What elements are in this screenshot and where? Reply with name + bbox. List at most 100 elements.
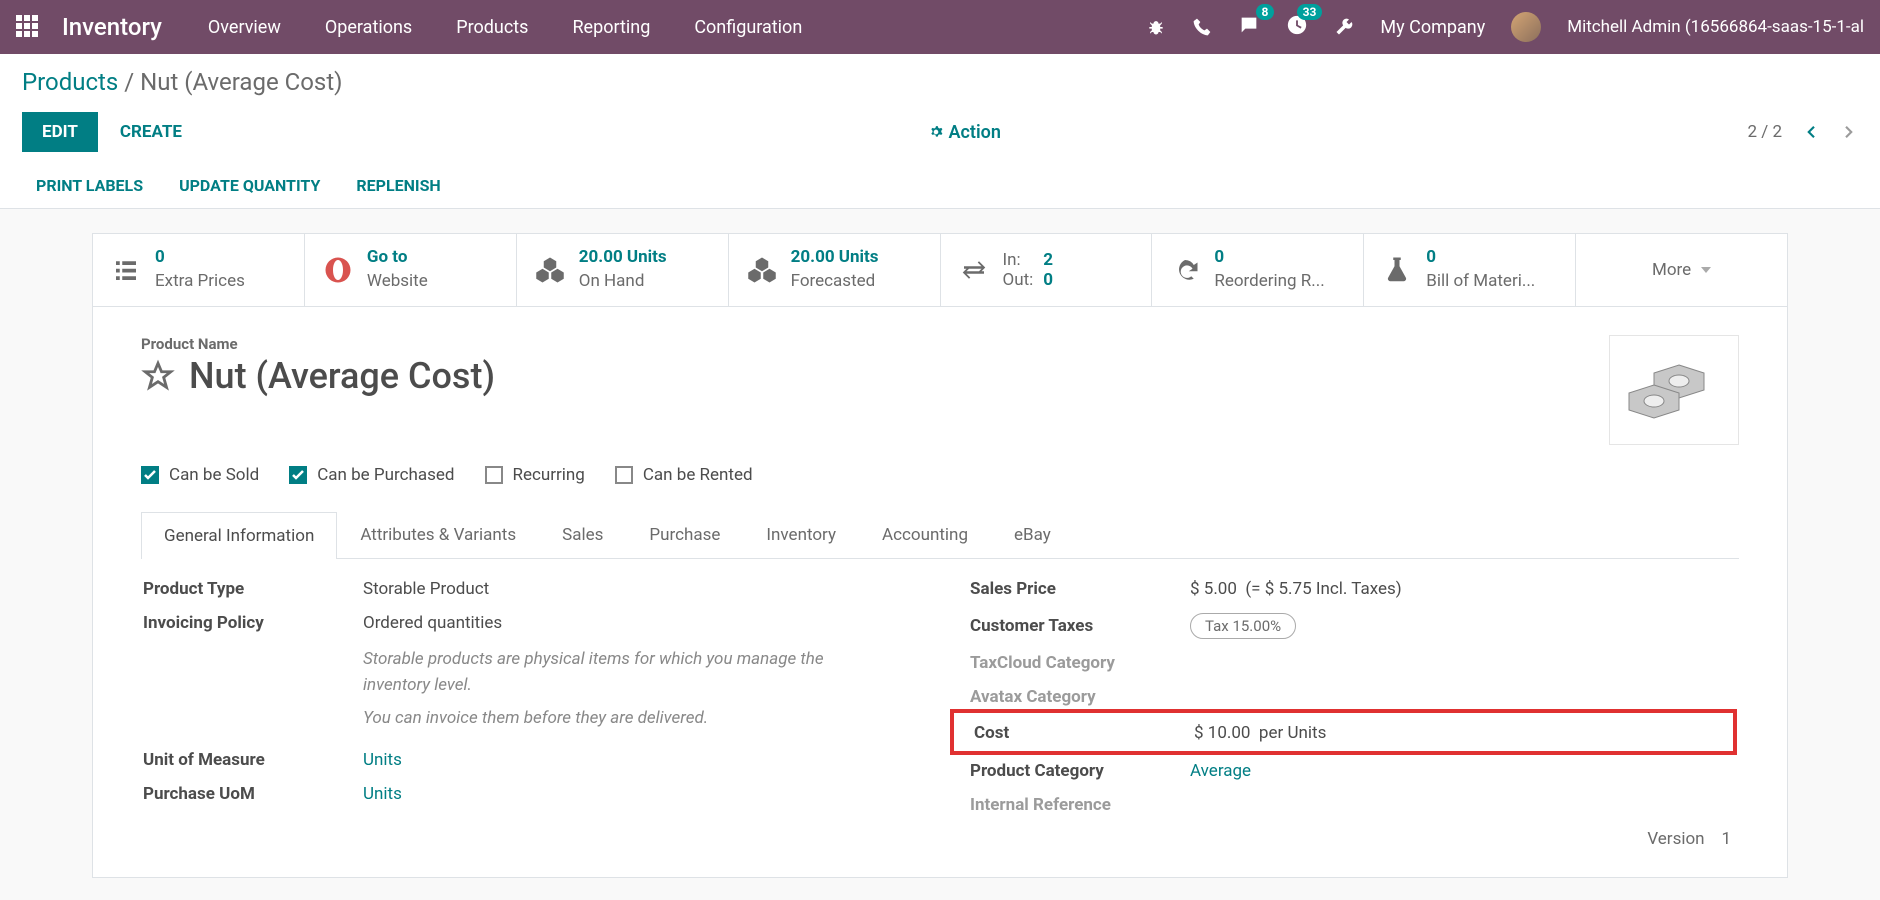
update-quantity-button[interactable]: UPDATE QUANTITY: [179, 176, 320, 195]
tabs: General Information Attributes & Variant…: [141, 511, 1739, 559]
nav-reporting[interactable]: Reporting: [572, 17, 650, 38]
tab-general-information[interactable]: General Information: [141, 512, 337, 559]
taxcloud-category-label: TaxCloud Category: [970, 653, 1190, 673]
sales-price-incl: (= $ 5.75 Incl. Taxes): [1245, 579, 1401, 599]
caret-down-icon: [1701, 267, 1711, 273]
form-sheet: 0Extra Prices Go toWebsite 20.00 UnitsOn…: [92, 233, 1788, 878]
product-category-label: Product Category: [970, 761, 1190, 781]
transfer-icon: [959, 255, 989, 285]
favorite-star-icon[interactable]: [141, 359, 175, 393]
breadcrumb: Products / Nut (Average Cost): [22, 68, 1858, 96]
refresh-icon: [1170, 255, 1200, 285]
apps-icon[interactable]: [16, 15, 40, 39]
messages-badge: 8: [1256, 4, 1275, 20]
activities-button[interactable]: 33: [1286, 14, 1308, 41]
cubes-icon: [535, 255, 565, 285]
pager: 2 / 2: [1747, 122, 1858, 142]
cost-highlight: Cost$ 10.00 per Units: [950, 709, 1737, 755]
tab-sales[interactable]: Sales: [539, 511, 626, 558]
stat-row: 0Extra Prices Go toWebsite 20.00 UnitsOn…: [93, 234, 1787, 307]
tab-attributes-variants[interactable]: Attributes & Variants: [337, 511, 539, 558]
tab-purchase[interactable]: Purchase: [626, 511, 743, 558]
product-name-label: Product Name: [141, 335, 1601, 353]
help-text-1: Storable products are physical items for…: [363, 647, 843, 698]
wrench-icon[interactable]: [1334, 17, 1354, 37]
nav-overview[interactable]: Overview: [208, 17, 281, 38]
tab-ebay[interactable]: eBay: [991, 511, 1074, 558]
stat-on-hand[interactable]: 20.00 UnitsOn Hand: [517, 234, 729, 306]
next-icon[interactable]: [1840, 123, 1858, 141]
stat-bom[interactable]: 0Bill of Materi...: [1364, 234, 1576, 306]
product-type-value: Storable Product: [363, 579, 489, 599]
cost-per: per Units: [1259, 723, 1326, 743]
cost-value: $ 10.00: [1194, 723, 1250, 743]
tab-body: Product TypeStorable Product Invoicing P…: [141, 559, 1739, 849]
nav-right: 8 33 My Company Mitchell Admin (16566864…: [1146, 12, 1864, 42]
nut-image-icon: [1624, 355, 1724, 425]
invoicing-policy-value: Ordered quantities: [363, 613, 502, 633]
nav-menu: Overview Operations Products Reporting C…: [208, 17, 802, 38]
customer-taxes-label: Customer Taxes: [970, 616, 1190, 636]
tax-tag[interactable]: Tax 15.00%: [1190, 613, 1296, 639]
replenish-button[interactable]: REPLENISH: [356, 176, 440, 195]
nav-operations[interactable]: Operations: [325, 17, 412, 38]
messages-button[interactable]: 8: [1238, 14, 1260, 41]
stat-website[interactable]: Go toWebsite: [305, 234, 517, 306]
left-col: Product TypeStorable Product Invoicing P…: [143, 579, 910, 849]
help-text-2: You can invoice them before they are del…: [363, 706, 843, 732]
globe-icon: [323, 255, 353, 285]
check-row: Can be Sold Can be Purchased Recurring C…: [141, 465, 1739, 485]
flask-icon: [1382, 255, 1412, 285]
pager-count: 2 / 2: [1747, 122, 1782, 142]
breadcrumb-parent[interactable]: Products: [22, 68, 118, 96]
product-category-value[interactable]: Average: [1190, 761, 1251, 781]
stat-in-out[interactable]: In:2 Out:0: [941, 234, 1153, 306]
can-be-rented-checkbox[interactable]: Can be Rented: [615, 465, 753, 485]
can-be-sold-checkbox[interactable]: Can be Sold: [141, 465, 259, 485]
uom-label: Unit of Measure: [143, 750, 363, 770]
action-label: Action: [949, 122, 1001, 143]
avatax-category-label: Avatax Category: [970, 687, 1190, 707]
recurring-checkbox[interactable]: Recurring: [485, 465, 585, 485]
list-icon: [111, 255, 141, 285]
cubes-icon: [747, 255, 777, 285]
tab-accounting[interactable]: Accounting: [859, 511, 991, 558]
internal-reference-label: Internal Reference: [970, 795, 1190, 815]
product-title: Nut (Average Cost): [189, 355, 495, 397]
stat-forecasted[interactable]: 20.00 UnitsForecasted: [729, 234, 941, 306]
nav-products[interactable]: Products: [456, 17, 528, 38]
purchase-uom-label: Purchase UoM: [143, 784, 363, 804]
sales-price-value: $ 5.00: [1190, 579, 1237, 599]
nav-configuration[interactable]: Configuration: [694, 17, 802, 38]
cost-label: Cost: [974, 723, 1194, 743]
bug-icon[interactable]: [1146, 17, 1166, 37]
product-type-label: Product Type: [143, 579, 363, 599]
breadcrumb-current: Nut (Average Cost): [140, 68, 342, 96]
stat-reordering[interactable]: 0Reordering R...: [1152, 234, 1364, 306]
print-labels-button[interactable]: PRINT LABELS: [36, 176, 143, 195]
sales-price-label: Sales Price: [970, 579, 1190, 599]
sub-actions-bar: PRINT LABELS UPDATE QUANTITY REPLENISH: [0, 164, 1880, 209]
uom-value[interactable]: Units: [363, 750, 402, 770]
stat-more[interactable]: More: [1576, 234, 1787, 306]
brand-label: Inventory: [62, 13, 162, 41]
invoicing-policy-label: Invoicing Policy: [143, 613, 363, 633]
breadcrumb-bar: Products / Nut (Average Cost): [0, 54, 1880, 96]
avatar[interactable]: [1511, 12, 1541, 42]
user-label[interactable]: Mitchell Admin (16566864-saas-15-1-al: [1567, 17, 1864, 37]
gear-icon: [929, 125, 943, 139]
company-label[interactable]: My Company: [1380, 17, 1485, 38]
stat-extra-prices[interactable]: 0Extra Prices: [93, 234, 305, 306]
purchase-uom-value[interactable]: Units: [363, 784, 402, 804]
action-menu[interactable]: Action: [929, 122, 1001, 143]
activities-badge: 33: [1297, 4, 1323, 20]
can-be-purchased-checkbox[interactable]: Can be Purchased: [289, 465, 454, 485]
action-bar: EDIT CREATE Action 2 / 2: [0, 96, 1880, 164]
version-row: Version 1: [970, 829, 1737, 849]
edit-button[interactable]: EDIT: [22, 112, 98, 152]
phone-icon[interactable]: [1192, 17, 1212, 37]
product-image[interactable]: [1609, 335, 1739, 445]
prev-icon[interactable]: [1802, 123, 1820, 141]
create-button[interactable]: CREATE: [120, 122, 182, 142]
tab-inventory[interactable]: Inventory: [743, 511, 859, 558]
